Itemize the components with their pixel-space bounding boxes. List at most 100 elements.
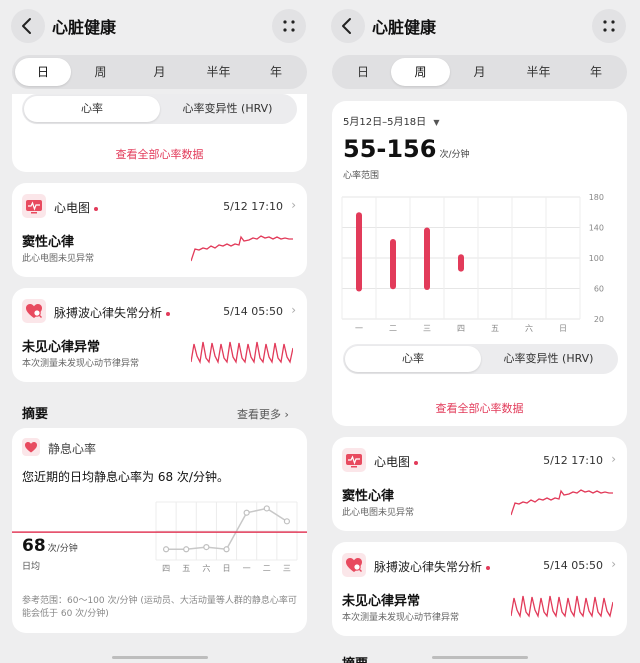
back-button[interactable] xyxy=(11,9,45,43)
tab-day[interactable]: 日 xyxy=(15,58,71,86)
ecg-description: 此心电图未见异常 xyxy=(342,508,415,518)
x-tick-label: 日 xyxy=(559,324,567,333)
heart-search-icon xyxy=(342,553,366,577)
view-all-heart-rate-link[interactable]: 查看全部心率数据 xyxy=(332,400,627,416)
x-tick-label: 日 xyxy=(223,564,231,573)
y-tick-label: 180 xyxy=(589,193,604,202)
new-dot xyxy=(166,311,171,316)
metric-toggle: 心率 心率变异性 (HRV) xyxy=(22,94,297,124)
resting-hr-card[interactable]: 静息心率 您近期的日均静息心率为 68 次/分钟。 四 五 六 日 一 二 三 68 次/分钟… xyxy=(12,428,307,633)
tab-year[interactable]: 年 xyxy=(568,58,624,86)
ecg-name: 心电图 xyxy=(374,455,411,469)
chevron-right-icon: › xyxy=(291,303,296,317)
ecg-card[interactable]: 心电图 5/12 17:10 › 窦性心律 此心电图未见异常 xyxy=(332,437,627,531)
resting-hr-unit: 次/分钟 xyxy=(47,544,78,554)
series-line xyxy=(166,507,288,551)
tab-month[interactable]: 月 xyxy=(130,58,189,86)
more-dots-icon xyxy=(283,20,295,32)
ppg-result: 未见心律异常 xyxy=(342,594,421,609)
tab-week[interactable]: 周 xyxy=(71,58,130,86)
summary-title: 摘要 xyxy=(22,407,49,422)
ecg-card[interactable]: 心电图 5/12 17:10 › 窦性心律 此心电图未见异常 xyxy=(12,183,307,277)
period-tabs: 日 周 月 半年 年 xyxy=(12,55,307,89)
ppg-card[interactable]: 脉搏波心律失常分析 5/14 05:50 › 未见心律异常 本次测量未发现心动节… xyxy=(332,542,627,636)
chevron-right-icon: › xyxy=(611,557,616,571)
x-tick-label: 四 xyxy=(162,564,170,573)
tab-year[interactable]: 年 xyxy=(248,58,304,86)
tab-month[interactable]: 月 xyxy=(450,58,509,86)
new-dot xyxy=(94,206,99,211)
ecg-name: 心电图 xyxy=(54,201,91,215)
x-tick-label: 五 xyxy=(491,324,499,333)
view-all-heart-rate-link[interactable]: 查看全部心率数据 xyxy=(12,146,307,162)
back-arrow-icon xyxy=(342,18,351,34)
y-tick-label: 140 xyxy=(589,224,604,233)
ppg-date: 5/14 05:50 xyxy=(543,559,603,572)
x-tick-label: 六 xyxy=(202,563,210,573)
x-tick-label: 二 xyxy=(389,324,397,333)
ecg-result: 窦性心律 xyxy=(22,235,75,250)
heart-icon xyxy=(22,438,40,456)
dropdown-triangle-icon: ▼ xyxy=(433,118,440,127)
data-point xyxy=(243,509,250,516)
resting-hr-label: 日均 xyxy=(22,562,41,572)
back-arrow-icon xyxy=(22,18,31,34)
tab-day[interactable]: 日 xyxy=(335,58,391,86)
data-point xyxy=(223,546,230,553)
home-indicator xyxy=(432,656,528,659)
data-point xyxy=(183,546,190,553)
ecg-monitor-icon xyxy=(22,194,46,218)
ppg-description: 本次测量未发现心动节律异常 xyxy=(342,613,460,623)
ecg-waveform xyxy=(191,235,293,262)
x-tick-label: 一 xyxy=(243,564,251,573)
data-point xyxy=(203,544,210,551)
back-button[interactable] xyxy=(331,9,365,43)
data-point xyxy=(162,546,170,553)
x-tick-label: 二 xyxy=(263,564,271,573)
weekly-heart-rate-card: 5月12日–5月18日 ▼ 55-156 次/分钟 心率范围 一 二 三 四 五 六 日 20… xyxy=(332,101,627,426)
tab-half-year[interactable]: 半年 xyxy=(189,58,248,86)
x-tick-label: 六 xyxy=(525,323,533,333)
x-tick-label: 三 xyxy=(283,564,291,573)
ecg-description: 此心电图未见异常 xyxy=(22,254,95,264)
ppg-date: 5/14 05:50 xyxy=(223,305,283,318)
x-tick-label: 五 xyxy=(182,564,190,573)
toggle-heart-rate[interactable]: 心率 xyxy=(345,346,481,372)
summary-more-label: 查看更多 xyxy=(237,408,281,421)
more-button[interactable] xyxy=(272,9,306,43)
new-dot xyxy=(486,565,491,570)
resting-hr-note: 参考范围：60～100 次/分钟 (运动员、大活动量等人群的静息心率可能会低于 … xyxy=(22,596,297,619)
summary-more-link[interactable]: 查看更多 › xyxy=(237,406,289,422)
date-range: 5月12日–5月18日 xyxy=(343,117,427,128)
chevron-right-icon: › xyxy=(284,408,289,421)
toggle-heart-rate[interactable]: 心率 xyxy=(24,96,160,122)
y-tick-label: 100 xyxy=(589,254,604,263)
ppg-card[interactable]: 脉搏波心律失常分析 5/14 05:50 › 未见心律异常 本次测量未发现心动节… xyxy=(12,288,307,382)
more-button[interactable] xyxy=(592,9,626,43)
tab-half-year[interactable]: 半年 xyxy=(509,58,568,86)
top-bar: 心脏健康 xyxy=(320,0,640,52)
new-dot xyxy=(414,460,419,465)
x-tick-label: 一 xyxy=(355,324,363,333)
ecg-waveform xyxy=(511,489,613,516)
heart-rate-card: 心率 心率变异性 (HRV) 查看全部心率数据 xyxy=(12,94,307,172)
date-range-selector[interactable]: 5月12日–5月18日 ▼ xyxy=(343,113,440,128)
heart-search-icon xyxy=(22,299,46,323)
more-dots-icon xyxy=(603,20,615,32)
ppg-result: 未见心律异常 xyxy=(22,340,101,355)
top-bar: 心脏健康 xyxy=(0,0,320,52)
left-screen: 心脏健康 日 周 月 半年 年 心率 心率变异性 (HRV) 查看全部心率数据 … xyxy=(0,0,320,663)
chevron-right-icon: › xyxy=(611,452,616,466)
toggle-hrv[interactable]: 心率变异性 (HRV) xyxy=(481,346,616,372)
weekly-hr-chart: 一 二 三 四 五 六 日 20 60 100 140 180 xyxy=(341,193,604,333)
data-point xyxy=(283,518,291,525)
home-indicator xyxy=(112,656,208,659)
ecg-result: 窦性心律 xyxy=(342,489,395,504)
ppg-waveform xyxy=(511,595,613,619)
x-tick-label: 四 xyxy=(457,324,465,333)
chevron-right-icon: › xyxy=(291,198,296,212)
tab-week[interactable]: 周 xyxy=(391,58,450,86)
ppg-name: 脉搏波心律失常分析 xyxy=(54,306,163,320)
toggle-hrv[interactable]: 心率变异性 (HRV) xyxy=(160,96,295,122)
ppg-description: 本次测量未发现心动节律异常 xyxy=(22,359,140,369)
